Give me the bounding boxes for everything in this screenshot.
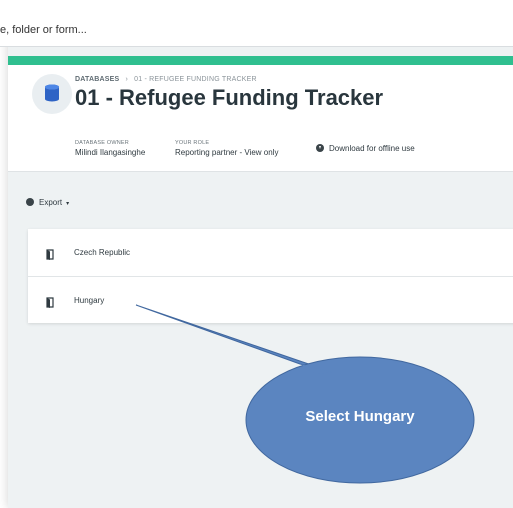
- callout-text: Select Hungary: [305, 408, 415, 425]
